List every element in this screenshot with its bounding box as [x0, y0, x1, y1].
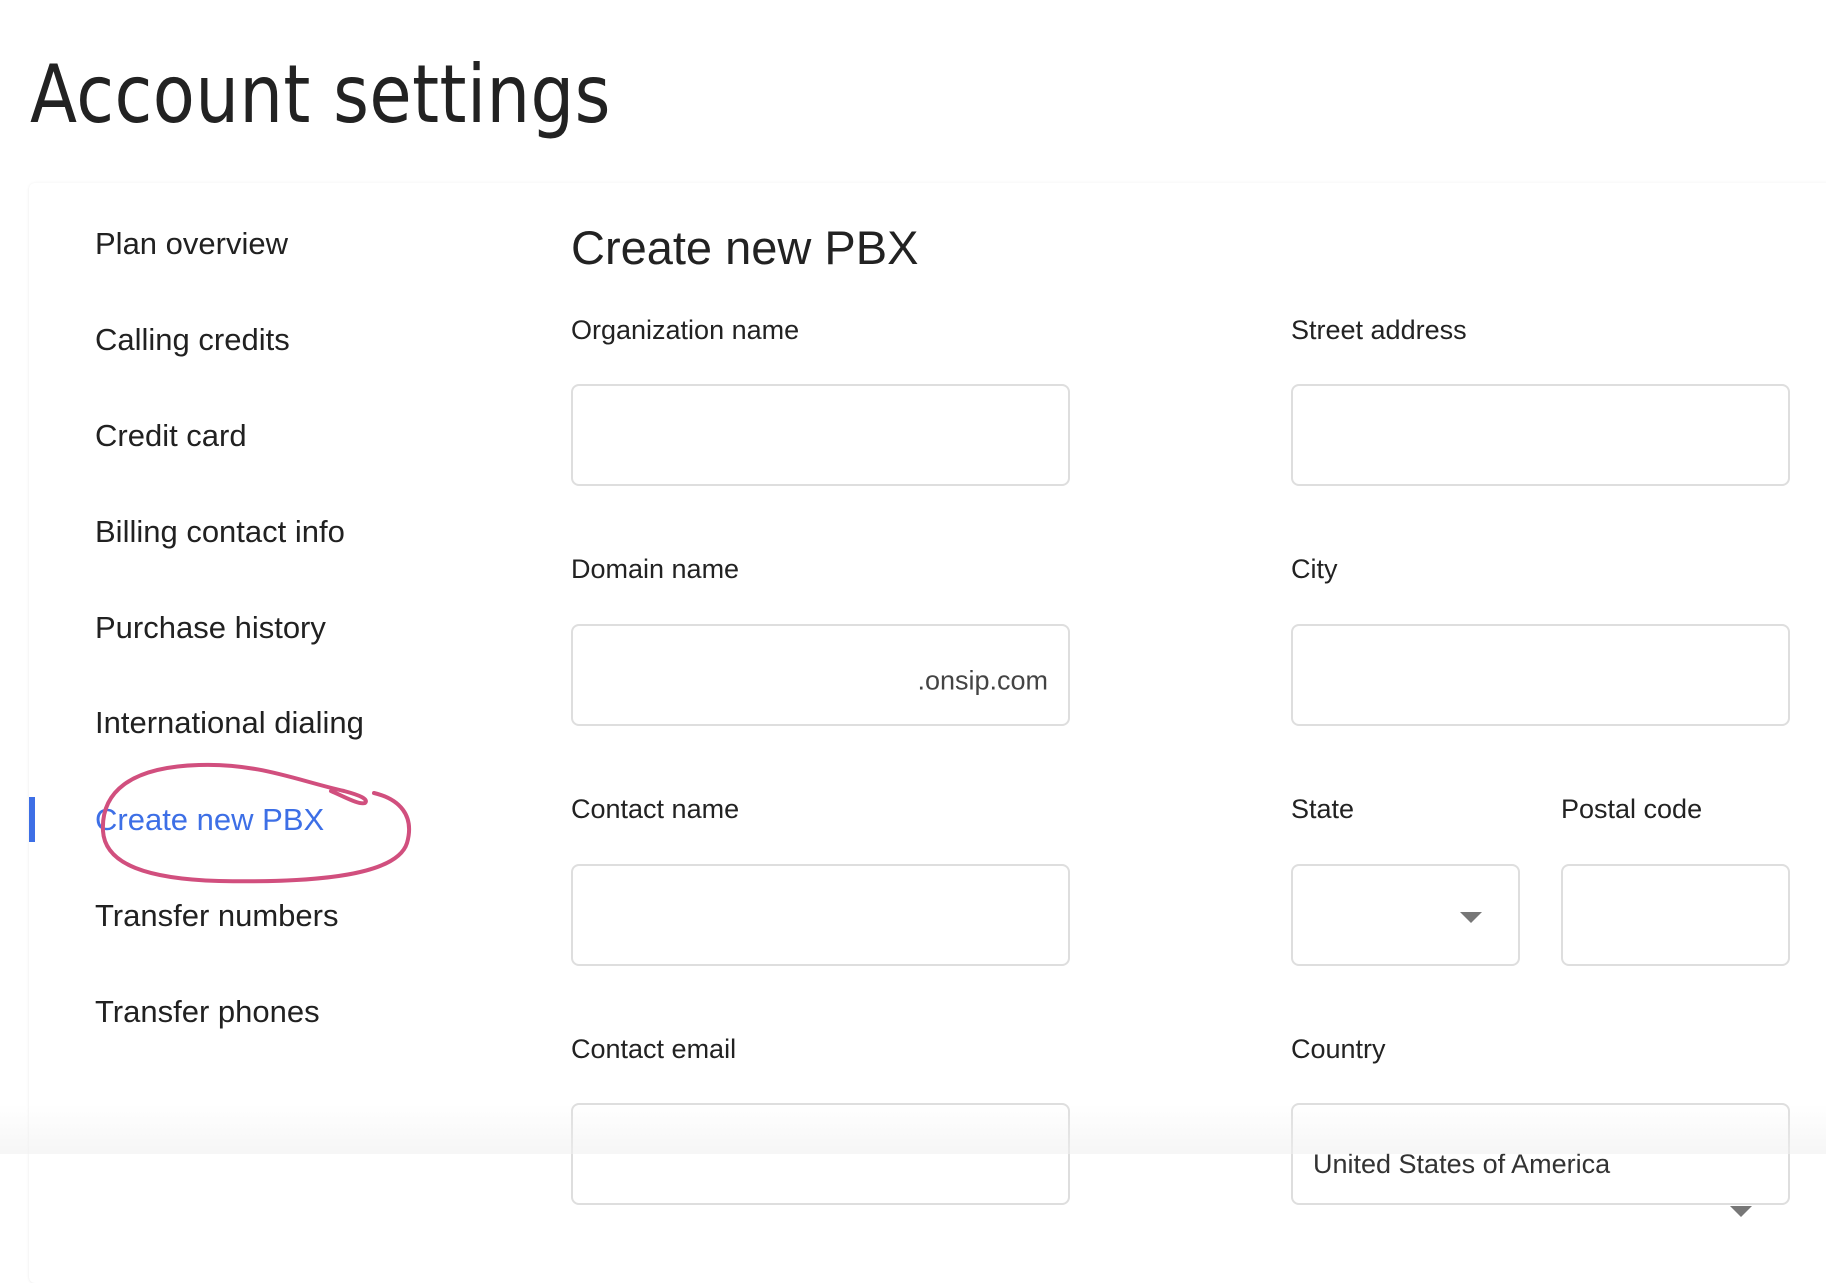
- domain-name-input[interactable]: .onsip.com: [571, 624, 1070, 726]
- street-address-input[interactable]: [1291, 384, 1790, 486]
- settings-card: Plan overview Calling credits Credit car…: [29, 183, 1826, 1283]
- dropdown-arrow-icon: [1730, 1206, 1752, 1217]
- dropdown-arrow-icon: [1460, 912, 1482, 923]
- sidebar-item-transfer-numbers[interactable]: Transfer numbers: [95, 894, 339, 938]
- postal-code-input[interactable]: [1561, 864, 1790, 966]
- contact-email-label: Contact email: [571, 1034, 737, 1064]
- city-label: City: [1291, 554, 1338, 584]
- domain-suffix: .onsip.com: [917, 665, 1048, 696]
- page-title: Account settings: [30, 48, 611, 141]
- sidebar-item-transfer-phones[interactable]: Transfer phones: [95, 990, 320, 1034]
- sidebar-item-calling-credits[interactable]: Calling credits: [95, 318, 290, 362]
- postal-code-label: Postal code: [1561, 794, 1703, 824]
- domain-name-label: Domain name: [571, 554, 740, 584]
- settings-sidebar: Plan overview Calling credits Credit car…: [29, 183, 469, 1283]
- sidebar-item-create-new-pbx[interactable]: Create new PBX: [95, 798, 324, 842]
- organization-name-input[interactable]: [571, 384, 1070, 486]
- contact-name-input[interactable]: [571, 864, 1070, 966]
- state-select[interactable]: [1291, 864, 1520, 966]
- sidebar-item-billing-contact-info[interactable]: Billing contact info: [95, 510, 345, 554]
- sidebar-item-international-dialing[interactable]: International dialing: [95, 701, 364, 745]
- contact-email-input[interactable]: [571, 1103, 1070, 1205]
- street-address-label: Street address: [1291, 315, 1467, 345]
- sidebar-item-purchase-history[interactable]: Purchase history: [95, 606, 326, 650]
- city-input[interactable]: [1291, 624, 1790, 726]
- organization-name-label: Organization name: [571, 315, 800, 345]
- active-indicator: [29, 797, 35, 842]
- country-label: Country: [1291, 1034, 1386, 1064]
- contact-name-label: Contact name: [571, 794, 740, 824]
- country-select[interactable]: United States of America: [1291, 1103, 1790, 1217]
- state-label: State: [1291, 794, 1355, 824]
- sidebar-item-credit-card[interactable]: Credit card: [95, 414, 247, 458]
- sidebar-item-plan-overview[interactable]: Plan overview: [95, 222, 288, 266]
- section-title: Create new PBX: [571, 221, 919, 274]
